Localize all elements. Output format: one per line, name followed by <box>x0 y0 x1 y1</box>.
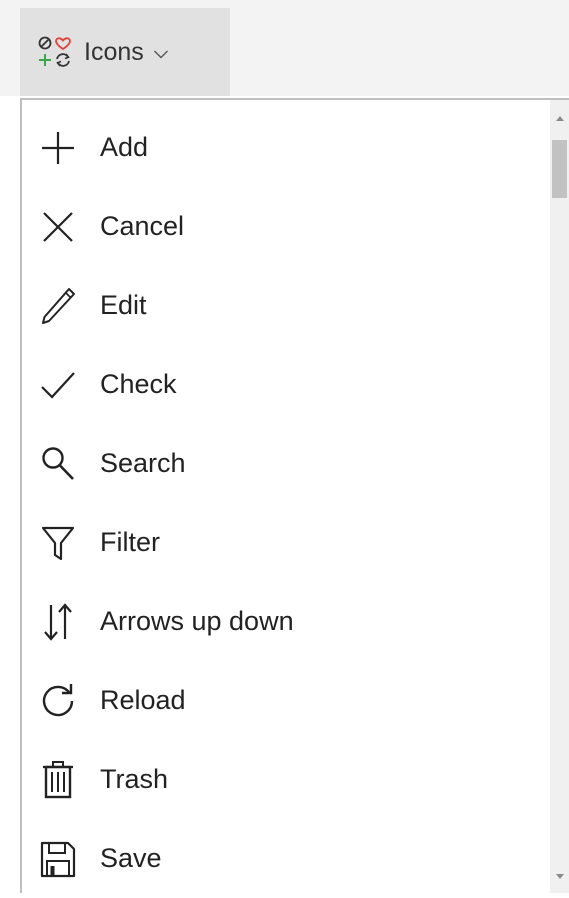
magnifier-icon <box>42 446 74 480</box>
icons-dropdown-label: Icons <box>84 37 144 66</box>
floppy-disk-icon <box>40 841 76 877</box>
vertical-scrollbar[interactable] <box>550 100 569 893</box>
menu-item-reload[interactable]: Reload <box>22 661 550 740</box>
menu-item-trash[interactable]: Trash <box>22 740 550 819</box>
trash-icon <box>43 760 73 798</box>
menu-item-label: Filter <box>100 527 160 557</box>
menu-item-save[interactable]: Save <box>22 819 550 898</box>
icons-menu-list: Add Cancel Edit Check Search Filter Arro… <box>22 108 550 898</box>
scroll-up-icon[interactable] <box>556 116 564 121</box>
menu-item-label: Arrows up down <box>100 606 294 636</box>
menu-item-cancel[interactable]: Cancel <box>22 187 550 266</box>
menu-item-label: Trash <box>100 764 169 794</box>
icons-dropdown-button[interactable]: Icons <box>20 8 230 96</box>
menu-item-label: Check <box>100 369 177 399</box>
menu-item-arrows-up-down[interactable]: Arrows up down <box>22 582 550 661</box>
menu-item-add[interactable]: Add <box>22 108 550 187</box>
menu-item-check[interactable]: Check <box>22 345 550 424</box>
menu-item-search[interactable]: Search <box>22 424 550 503</box>
menu-item-label: Search <box>100 448 186 478</box>
icons-dropdown-menu: Add Cancel Edit Check Search Filter Arro… <box>20 98 569 893</box>
menu-item-label: Edit <box>100 290 147 320</box>
scroll-down-icon[interactable] <box>556 874 564 879</box>
menu-item-edit[interactable]: Edit <box>22 266 550 345</box>
pencil-icon <box>42 287 75 324</box>
chevron-down-icon <box>153 50 168 58</box>
icon-set-icon <box>38 36 71 67</box>
toolbar: Icons <box>0 0 569 96</box>
menu-item-label: Add <box>100 132 149 162</box>
x-icon <box>43 211 73 242</box>
scrollbar-thumb[interactable] <box>552 140 567 198</box>
reload-icon <box>42 683 74 716</box>
plus-icon <box>42 131 74 164</box>
menu-item-label: Save <box>100 843 162 873</box>
menu-item-filter[interactable]: Filter <box>22 503 550 582</box>
menu-item-label: Cancel <box>100 211 185 241</box>
check-icon <box>41 371 75 399</box>
funnel-icon <box>41 526 75 560</box>
arrows-up-down-icon <box>44 602 72 641</box>
menu-item-label: Reload <box>100 685 186 715</box>
